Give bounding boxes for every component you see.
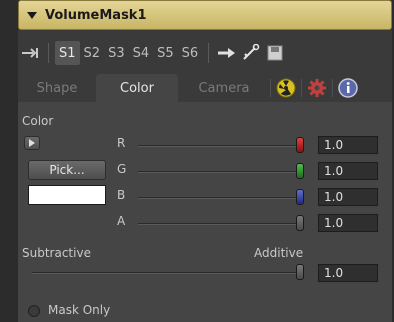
slider-knob-r[interactable] (296, 137, 304, 153)
blend-slider-knob[interactable] (296, 264, 304, 280)
color-section-label: Color (22, 114, 54, 128)
value-field-b[interactable]: 1.0 (318, 188, 378, 206)
channel-label-g: G (117, 162, 127, 176)
slot-button-s1[interactable]: S1 (55, 41, 80, 65)
collapse-arrow-icon[interactable] (27, 11, 37, 19)
slider-knob-g[interactable] (296, 163, 304, 179)
tab-camera[interactable]: Camera (178, 74, 270, 102)
pick-button[interactable]: Pick... (28, 160, 106, 180)
value-field-r[interactable]: 1.0 (318, 136, 378, 154)
save-icon[interactable] (263, 41, 287, 65)
tool-panel: S1 S2 S3 S4 S5 S6 Shape Color Camera Col… (18, 30, 392, 322)
slider-track-r[interactable] (138, 145, 302, 147)
channel-label-b: B (117, 188, 126, 202)
tab-color[interactable]: Color (96, 74, 178, 102)
slider-track-g[interactable] (138, 171, 302, 173)
slider-track-b[interactable] (138, 197, 302, 199)
radioactive-icon[interactable] (271, 74, 301, 102)
additive-label: Additive (254, 246, 304, 260)
slot-button-s5[interactable]: S5 (153, 41, 178, 65)
slot-button-s6[interactable]: S6 (178, 41, 203, 65)
tool-header[interactable]: VolumeMask1 (18, 0, 392, 30)
tab-shape[interactable]: Shape (18, 74, 96, 102)
color-tab-content: Color Pick... R 1.0 G 1.0 B 1.0 A 1.0 Su… (18, 102, 392, 322)
expand-triangle-button[interactable] (24, 136, 40, 150)
slider-knob-a[interactable] (296, 215, 304, 231)
subtractive-label: Subtractive (22, 246, 91, 260)
slider-knob-b[interactable] (296, 189, 304, 205)
key-icon[interactable] (239, 41, 263, 65)
play-triangle-icon (29, 139, 35, 147)
channel-label-r: R (117, 136, 126, 150)
color-swatch[interactable] (28, 185, 106, 205)
mask-only-label: Mask Only (48, 303, 111, 317)
mask-only-checkbox[interactable] (28, 305, 40, 317)
slot-button-s4[interactable]: S4 (129, 41, 154, 65)
gear-icon[interactable] (302, 74, 332, 102)
info-icon[interactable] (333, 74, 363, 102)
slot-button-s3[interactable]: S3 (104, 41, 129, 65)
value-field-a[interactable]: 1.0 (318, 214, 378, 232)
value-field-g[interactable]: 1.0 (318, 162, 378, 180)
arrow-right-icon[interactable] (215, 41, 239, 65)
blend-slider-track[interactable] (32, 272, 302, 274)
slot-button-s2[interactable]: S2 (80, 41, 105, 65)
tool-title: VolumeMask1 (45, 7, 147, 23)
channel-label-a: A (117, 214, 126, 228)
pin-icon[interactable] (18, 41, 42, 65)
tab-bar: Shape Color Camera (18, 74, 392, 102)
slider-track-a[interactable] (138, 223, 302, 225)
toolbar: S1 S2 S3 S4 S5 S6 (18, 38, 392, 68)
blend-value-field[interactable]: 1.0 (318, 264, 378, 282)
